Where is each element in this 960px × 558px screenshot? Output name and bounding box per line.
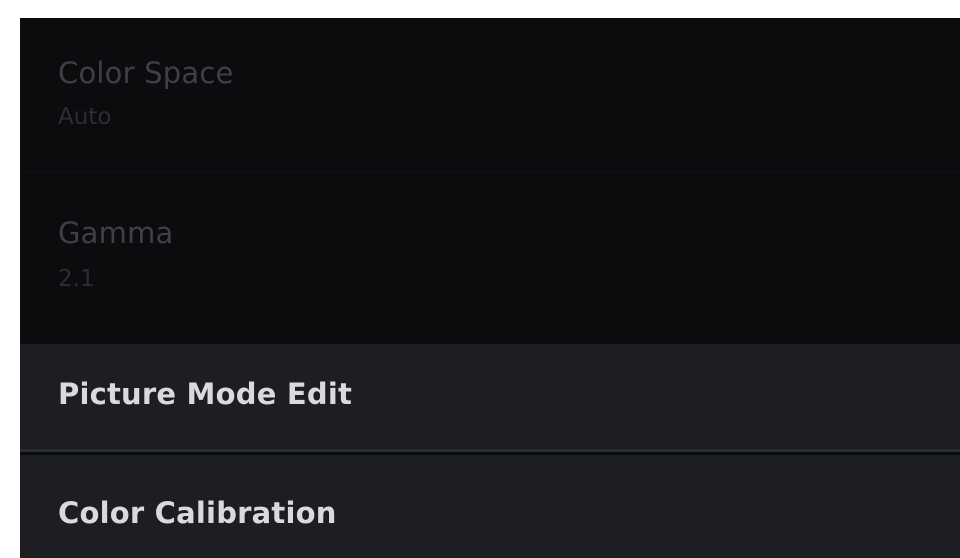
- menu-item-value: 2.1: [58, 266, 95, 292]
- menu-item-color-calibration[interactable]: Color Calibration: [20, 455, 960, 558]
- menu-item-gamma: Gamma 2.1: [20, 174, 960, 344]
- menu-item-title: Color Space: [58, 56, 234, 90]
- menu-item-title: Picture Mode Edit: [58, 377, 353, 411]
- menu-item-color-space: Color Space Auto: [20, 18, 960, 173]
- menu-item-title: Gamma: [58, 216, 174, 250]
- settings-menu-panel: Color Space Auto Gamma 2.1 Picture Mode …: [20, 18, 960, 558]
- menu-item-picture-mode-edit[interactable]: Picture Mode Edit: [20, 344, 960, 452]
- menu-item-title: Color Calibration: [58, 496, 337, 530]
- menu-item-value: Auto: [58, 104, 112, 130]
